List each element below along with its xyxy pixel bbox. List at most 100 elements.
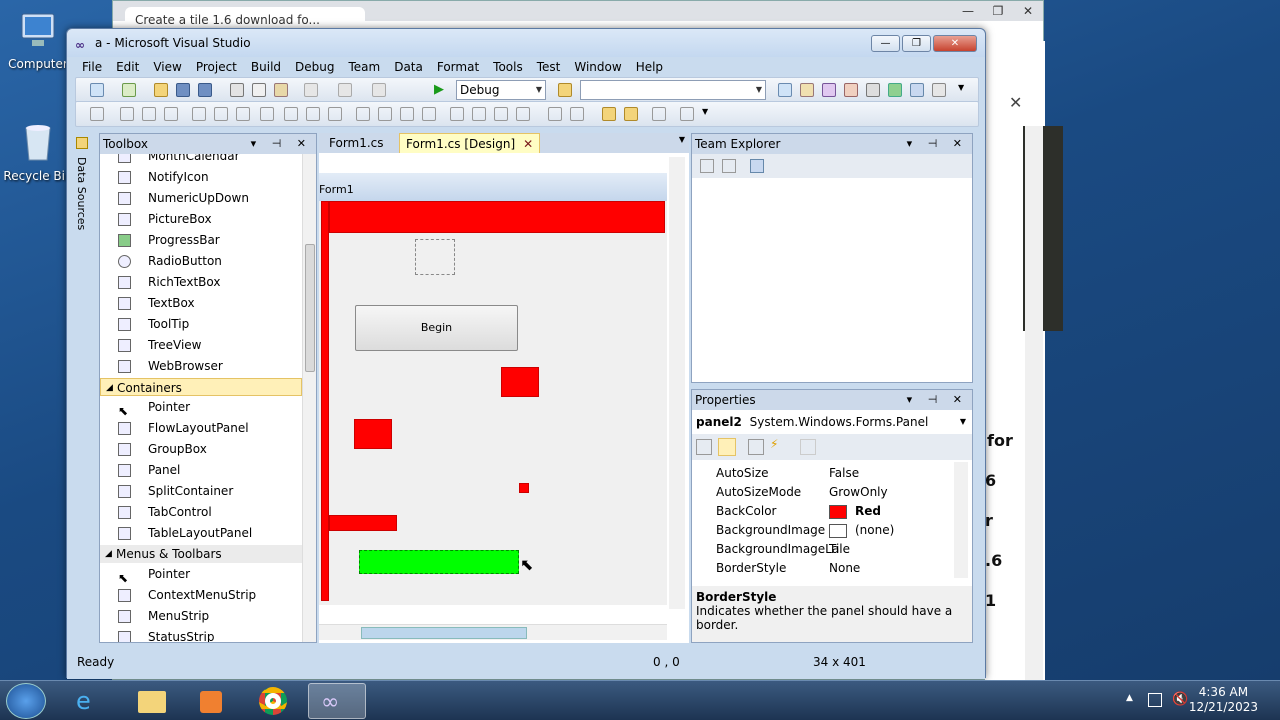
connect-icon[interactable]	[750, 159, 764, 173]
send-to-back-icon[interactable]	[624, 107, 638, 121]
make-same-height-icon[interactable]	[306, 107, 320, 121]
new-project-icon[interactable]	[90, 83, 104, 97]
remove-v-spacing-icon[interactable]	[516, 107, 530, 121]
team-explorer-icon[interactable]	[910, 83, 924, 97]
property-row[interactable]: BorderStyle None	[692, 559, 954, 578]
browser-close-x[interactable]: ✕	[1009, 93, 1022, 112]
increase-h-spacing-icon[interactable]	[378, 107, 392, 121]
menu-data[interactable]: Data	[387, 57, 430, 77]
open-file-icon[interactable]	[154, 83, 168, 97]
tab-order-icon[interactable]	[652, 107, 666, 121]
size-to-grid-icon[interactable]	[284, 107, 298, 121]
menu-project[interactable]: Project	[189, 57, 244, 77]
make-same-size-icon[interactable]	[328, 107, 342, 121]
red-panel-left[interactable]	[321, 201, 329, 601]
center-horizontally-icon[interactable]	[548, 107, 562, 121]
panel-controls[interactable]: ▾ ⊣ ✕	[251, 134, 312, 154]
system-clock[interactable]: 4:36 AM 12/21/2023	[1189, 685, 1258, 715]
placeholder-control[interactable]	[415, 239, 455, 275]
red-panel-d[interactable]	[329, 515, 397, 531]
toolbox-item[interactable]: SplitContainer	[100, 481, 302, 502]
paste-icon[interactable]	[274, 83, 288, 97]
restore-icon[interactable]: ❐	[983, 1, 1013, 21]
center-vertically-icon[interactable]	[570, 107, 584, 121]
refresh-icon[interactable]	[700, 159, 714, 173]
toolbox-item[interactable]: ProgressBar	[100, 230, 302, 251]
property-row[interactable]: BackgroundImageLa Tile	[692, 540, 954, 559]
property-row[interactable]: BackColor Red	[692, 502, 954, 521]
menu-team[interactable]: Team	[341, 57, 387, 77]
decrease-v-spacing-icon[interactable]	[494, 107, 508, 121]
toolbox-item[interactable]: TabControl	[100, 502, 302, 523]
copy-icon[interactable]	[252, 83, 266, 97]
desktop-icon-recycle-bin[interactable]: Recycle Bin	[2, 120, 74, 183]
tab-form1-cs[interactable]: Form1.cs	[323, 133, 390, 153]
alphabetical-icon[interactable]	[718, 438, 736, 456]
toolbox-item[interactable]: RadioButton	[100, 251, 302, 272]
toolbox-category-menus[interactable]: ◢ Menus & Toolbars	[100, 545, 302, 563]
panel-controls[interactable]: ▾ ⊣ ✕	[907, 390, 968, 410]
align-lefts-icon[interactable]	[120, 107, 134, 121]
toolbox-item[interactable]: MenuStrip	[100, 606, 302, 627]
close-button[interactable]: ✕	[933, 35, 977, 52]
toolbox-item[interactable]: ContextMenuStrip	[100, 585, 302, 606]
close-tab-icon[interactable]: ✕	[523, 134, 533, 154]
chevron-down-icon[interactable]: ▼	[679, 135, 685, 144]
property-grid-scrollbar[interactable]	[954, 462, 968, 578]
green-panel[interactable]	[359, 550, 519, 574]
menu-help[interactable]: Help	[629, 57, 670, 77]
align-tops-icon[interactable]	[192, 107, 206, 121]
design-surface[interactable]: Form1 Begin ⬉	[319, 153, 689, 643]
form1-window[interactable]: Form1 Begin ⬉	[319, 173, 667, 605]
toolbox-item[interactable]: ToolTip	[100, 314, 302, 335]
increase-v-spacing-icon[interactable]	[472, 107, 486, 121]
redo-icon[interactable]	[338, 83, 352, 97]
tab-form1-design[interactable]: Form1.cs [Design] ✕	[399, 133, 541, 154]
categorized-icon[interactable]	[696, 439, 712, 455]
toolbox-item[interactable]: ⬉ Pointer	[100, 397, 302, 418]
desktop-icon-computer[interactable]: Computer	[2, 8, 74, 71]
red-panel-a[interactable]	[501, 367, 539, 397]
toolbar-overflow-icon[interactable]: ▼	[958, 83, 966, 97]
cut-icon[interactable]	[230, 83, 244, 97]
restore-button[interactable]: ❐	[902, 35, 931, 52]
find-in-files-icon[interactable]	[558, 83, 572, 97]
align-bottoms-icon[interactable]	[236, 107, 250, 121]
menu-edit[interactable]: Edit	[109, 57, 146, 77]
taskbar-ie[interactable]: e	[60, 683, 118, 719]
start-button[interactable]	[6, 683, 46, 719]
volume-muted-icon[interactable]: 🔇	[1172, 692, 1188, 707]
menu-window[interactable]: Window	[567, 57, 628, 77]
menu-debug[interactable]: Debug	[288, 57, 341, 77]
remove-h-spacing-icon[interactable]	[422, 107, 436, 121]
events-icon[interactable]: ⚡	[770, 437, 778, 451]
minimize-icon[interactable]: —	[953, 1, 983, 21]
toolbox-item[interactable]: TextBox	[100, 293, 302, 314]
taskbar-explorer[interactable]	[122, 683, 180, 719]
minimize-button[interactable]: —	[871, 35, 900, 52]
panel-controls[interactable]: ▾ ⊣ ✕	[907, 134, 968, 154]
toolbox-item[interactable]: NumericUpDown	[100, 188, 302, 209]
toolbox-item[interactable]: ⬉ Pointer	[100, 564, 302, 585]
red-panel-top[interactable]	[329, 201, 665, 233]
property-row[interactable]: AutoSize False	[692, 464, 954, 483]
lock-controls-icon[interactable]	[680, 107, 694, 121]
bring-to-front-icon[interactable]	[602, 107, 616, 121]
align-middles-icon[interactable]	[214, 107, 228, 121]
begin-button[interactable]: Begin	[355, 305, 518, 351]
extension-manager-icon[interactable]	[866, 83, 880, 97]
taskbar-chrome[interactable]	[244, 683, 302, 719]
scroll-thumb[interactable]	[361, 627, 527, 639]
undo-icon[interactable]	[304, 83, 318, 97]
tray-chevron-icon[interactable]: ▲	[1126, 693, 1133, 703]
toolbox-category-containers[interactable]: ◢ Containers	[100, 378, 302, 396]
start-page-icon[interactable]	[888, 83, 902, 97]
solution-config-select[interactable]: Debug ▼	[456, 80, 546, 100]
menu-build[interactable]: Build	[244, 57, 288, 77]
designer-hscrollbar[interactable]	[319, 624, 667, 640]
red-panel-b[interactable]	[354, 419, 392, 449]
taskbar-visual-studio[interactable]: ∞	[308, 683, 366, 719]
toolbox-item[interactable]: TableLayoutPanel	[100, 523, 302, 544]
red-panel-c[interactable]	[519, 483, 529, 493]
start-debugging-icon[interactable]: ▶	[434, 83, 448, 97]
